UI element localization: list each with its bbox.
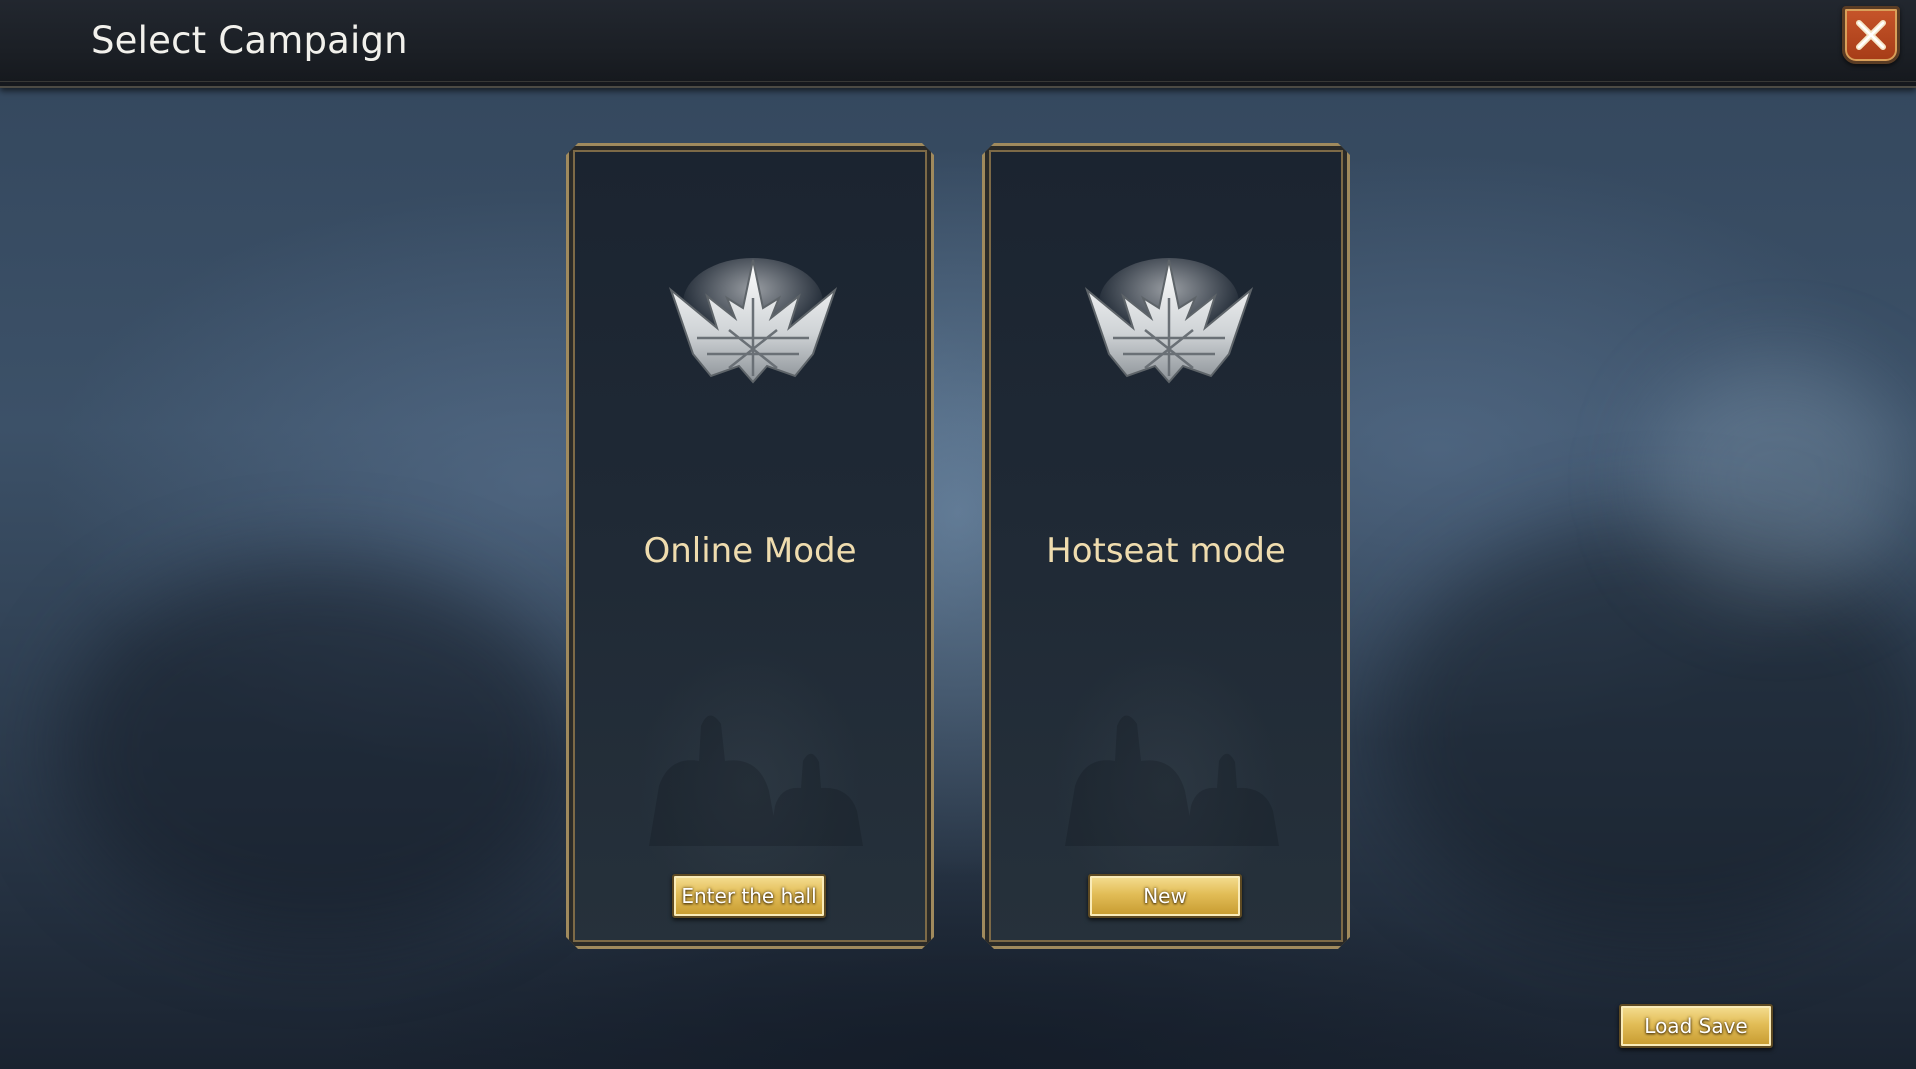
campaign-select-screen: Select Campaign Online Mode Enter the ha… (0, 0, 1916, 1069)
riders-silhouette-icon (629, 676, 879, 846)
load-save-button[interactable]: Load Save (1619, 1004, 1773, 1048)
enter-hall-button[interactable]: Enter the hall (672, 874, 826, 918)
riders-silhouette-icon (1045, 676, 1295, 846)
online-mode-card[interactable]: Online Mode Enter the hall (566, 143, 934, 949)
crown-icon (667, 258, 839, 388)
crown-icon (1083, 258, 1255, 388)
page-title: Select Campaign (91, 19, 408, 62)
hotseat-mode-card[interactable]: Hotseat mode New (982, 143, 1350, 949)
background-fog (1650, 360, 1910, 600)
background-fog (1380, 520, 1916, 940)
card-title: Online Mode (643, 531, 857, 571)
close-button[interactable] (1842, 6, 1900, 64)
new-game-button[interactable]: New (1088, 874, 1242, 918)
close-x-icon (1856, 20, 1886, 50)
background-fog (60, 560, 580, 940)
header-bar: Select Campaign (0, 0, 1916, 88)
card-title: Hotseat mode (1046, 531, 1286, 571)
